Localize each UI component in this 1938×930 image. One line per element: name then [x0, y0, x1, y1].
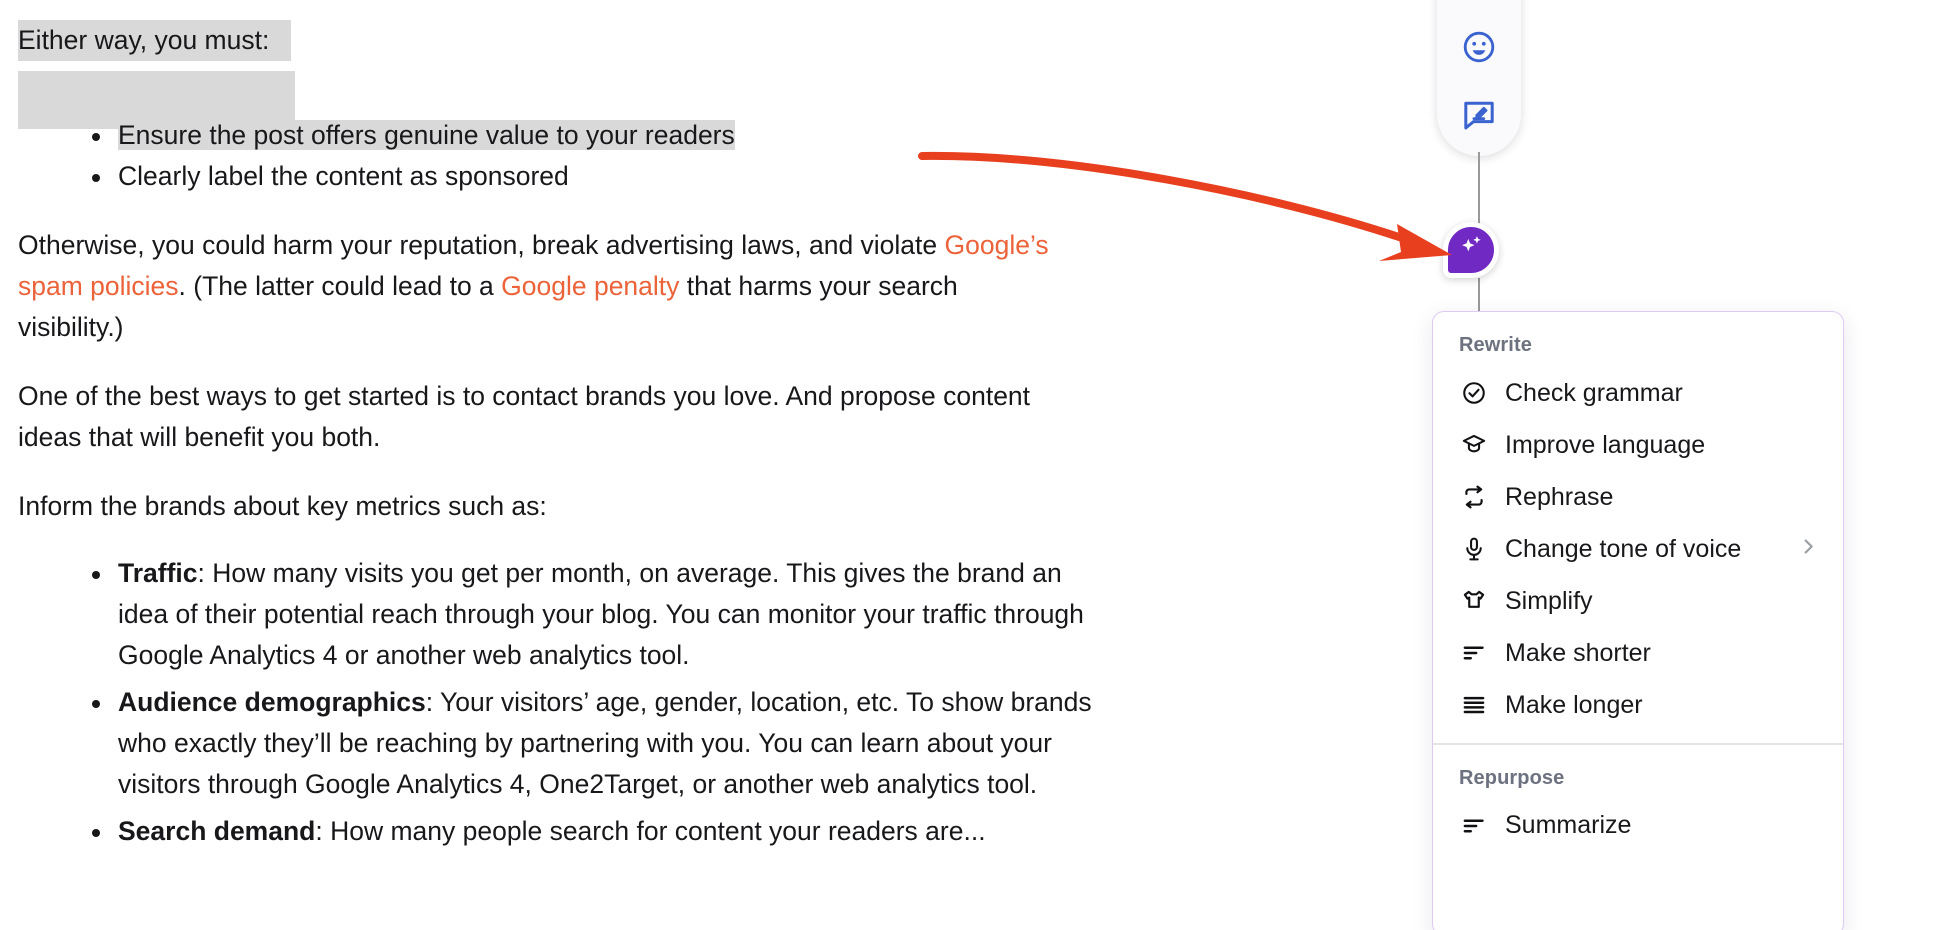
document-body: Either way, you must: Ensure the post of…	[0, 0, 1320, 852]
ai-rewrite-menu: Rewrite Check grammar Improve language R…	[1432, 311, 1844, 930]
check-circle-icon	[1459, 380, 1489, 406]
metric-2-term: Search demand	[118, 816, 316, 846]
ai-sparkle-bubble-icon	[1454, 231, 1488, 270]
microphone-icon	[1459, 536, 1489, 562]
align-short-lines-icon	[1459, 640, 1489, 666]
list-item: Search demand: How many people search fo…	[18, 811, 1098, 852]
emoji-smiley-icon	[1461, 29, 1497, 65]
menu-section-label-rewrite: Rewrite	[1459, 334, 1532, 356]
emoji-smiley-button[interactable]	[1452, 20, 1506, 74]
intro-bullet-1-label: Clearly label the content as sponsored	[118, 161, 569, 191]
menu-item-check-grammar[interactable]: Check grammar	[1433, 367, 1843, 419]
comment-edit-button[interactable]	[1452, 88, 1506, 142]
metric-2-body: : How many people search for content you…	[315, 816, 986, 846]
intro-bullet-0-label: Ensure the post offers genuine value to …	[118, 120, 735, 150]
floating-toolbar	[1437, 0, 1521, 156]
menu-connector-line	[1478, 278, 1480, 312]
menu-item-label: Simplify	[1505, 586, 1593, 615]
menu-item-label: Summarize	[1505, 811, 1632, 839]
list-item: Ensure the post offers genuine value to …	[18, 115, 1320, 156]
list-item: Audience demographics: Your visitors’ ag…	[18, 682, 1098, 805]
intro-bullet-list: Ensure the post offers genuine value to …	[18, 115, 1320, 197]
list-item: Clearly label the content as sponsored	[18, 156, 1320, 197]
metrics-bullet-list: Traffic: How many visits you get per mon…	[18, 553, 1098, 852]
paragraph-warning: Otherwise, you could harm your reputatio…	[18, 225, 1058, 348]
menu-item-label: Rephrase	[1505, 482, 1614, 511]
comment-edit-icon	[1461, 97, 1497, 133]
menu-item-label: Make longer	[1505, 690, 1643, 719]
paragraph-contact-brands: One of the best ways to get started is t…	[18, 381, 1031, 452]
menu-item-improve-language[interactable]: Improve language	[1433, 419, 1843, 471]
tshirt-icon	[1459, 588, 1489, 614]
link-google-penalty[interactable]: Google penalty	[501, 271, 679, 301]
menu-item-rephrase[interactable]: Rephrase	[1433, 471, 1843, 523]
chevron-right-icon	[1797, 536, 1819, 563]
metric-0-body: : How many visits you get per month, on …	[118, 558, 1084, 670]
list-item: Traffic: How many visits you get per mon…	[18, 553, 1098, 676]
menu-item-change-tone-of-voice[interactable]: Change tone of voice	[1433, 523, 1843, 575]
screenshot-root: Either way, you must: Ensure the post of…	[0, 0, 1938, 930]
menu-item-label: Make shorter	[1505, 638, 1651, 667]
ai-assistant-button[interactable]	[1443, 222, 1499, 278]
summarize-lines-icon	[1459, 813, 1489, 839]
graduation-cap-icon	[1459, 432, 1489, 458]
menu-item-make-shorter[interactable]: Make shorter	[1433, 627, 1843, 679]
toolbar-connector-line	[1478, 152, 1480, 228]
paragraph-intro: Either way, you must:	[18, 20, 1320, 61]
rephrase-arrows-icon	[1459, 484, 1489, 510]
menu-item-label: Improve language	[1505, 430, 1706, 459]
paragraph-metrics-lead: Inform the brands about key metrics such…	[18, 491, 547, 521]
warning-part-1: Otherwise, you could harm your reputatio…	[18, 230, 945, 260]
menu-item-label: Change tone of voice	[1505, 534, 1742, 563]
menu-section-label-repurpose: Repurpose	[1459, 766, 1565, 789]
align-long-lines-icon	[1459, 692, 1489, 718]
menu-item-simplify[interactable]: Simplify	[1433, 575, 1843, 627]
metric-0-term: Traffic	[118, 558, 198, 588]
menu-item-label: Check grammar	[1505, 378, 1683, 407]
menu-item-summarize[interactable]: Summarize	[1433, 800, 1843, 852]
metric-1-term: Audience demographics	[118, 687, 426, 717]
intro-text: Either way, you must:	[18, 20, 292, 61]
menu-item-make-longer[interactable]: Make longer	[1433, 679, 1843, 731]
warning-part-2: . (The latter could lead to a	[178, 271, 502, 301]
